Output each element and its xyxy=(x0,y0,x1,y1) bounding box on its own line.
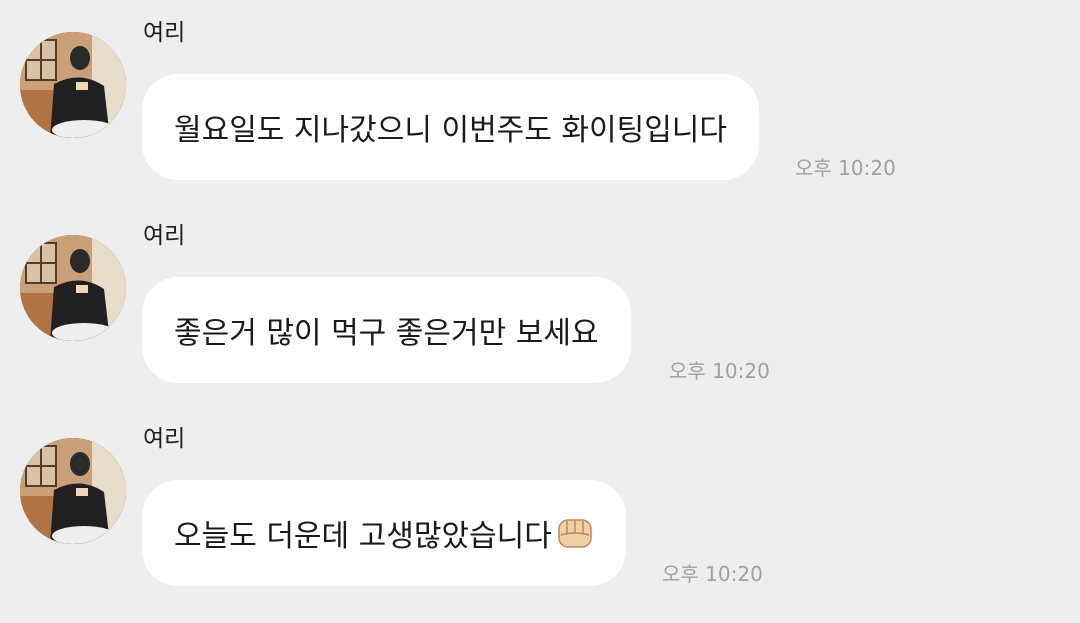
chat-message: 여리 오늘도 더운데 고생많았습니다 오후 10:20 xyxy=(0,426,1080,598)
message-time: 오후 10:20 xyxy=(662,562,763,586)
message-text: 좋은거 많이 먹구 좋은거만 보세요 xyxy=(174,316,599,351)
avatar[interactable] xyxy=(20,438,126,544)
message-text: 월요일도 지나갔으니 이번주도 화이팅입니다 xyxy=(174,113,728,148)
avatar[interactable] xyxy=(20,32,126,138)
chat-message: 여리 월요일도 지나갔으니 이번주도 화이팅입니다 오후 10:20 xyxy=(0,20,1080,192)
message-bubble[interactable]: 오늘도 더운데 고생많았습니다 xyxy=(142,480,626,586)
fist-icon xyxy=(556,516,594,550)
chat-message: 여리 좋은거 많이 먹구 좋은거만 보세요 오후 10:20 xyxy=(0,223,1080,395)
message-time: 오후 10:20 xyxy=(669,359,770,383)
sender-name: 여리 xyxy=(143,20,186,46)
message-bubble[interactable]: 좋은거 많이 먹구 좋은거만 보세요 xyxy=(142,277,631,383)
avatar[interactable] xyxy=(20,235,126,341)
message-text: 오늘도 더운데 고생많았습니다 xyxy=(174,519,552,554)
message-time: 오후 10:20 xyxy=(795,156,896,180)
message-bubble[interactable]: 월요일도 지나갔으니 이번주도 화이팅입니다 xyxy=(142,74,760,180)
sender-name: 여리 xyxy=(143,426,186,452)
sender-name: 여리 xyxy=(143,223,186,249)
